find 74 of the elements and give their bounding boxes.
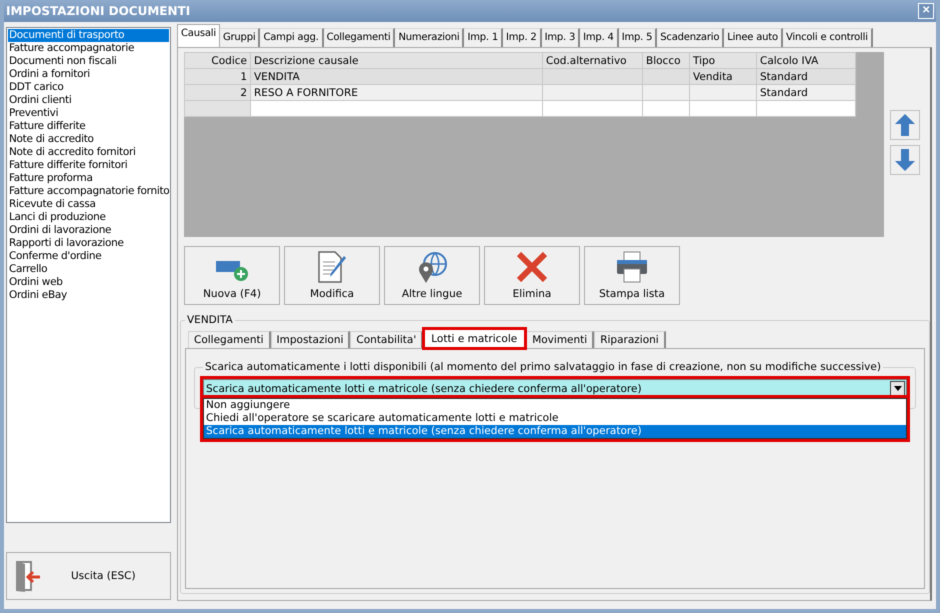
move-up-button[interactable] <box>890 110 920 140</box>
tab[interactable]: Vincoli e controlli <box>782 28 873 47</box>
table-cell: RESO A FORNITORE <box>250 84 542 100</box>
list-item[interactable]: Ordini a fornitori <box>8 68 169 81</box>
table-cell: 1 <box>184 68 250 84</box>
new-action-button[interactable]: Nuova (F4) <box>184 246 280 305</box>
table-row[interactable]: 1 VENDITA Vendita Standard <box>184 68 856 84</box>
sub-tab[interactable]: Collegamenti <box>188 331 271 348</box>
list-item[interactable]: Conferme d'ordine <box>8 250 169 263</box>
sub-tab[interactable]: Lotti e matricole <box>423 328 526 349</box>
column-header: Descrizione causale <box>250 52 542 68</box>
up-arrow-icon <box>894 113 916 137</box>
table-cell: Standard <box>756 68 856 84</box>
tab[interactable]: Causali <box>177 24 220 47</box>
dropdown-option[interactable]: Chiedi all'operatore se scaricare automaticamente lotti e matricole <box>204 412 906 425</box>
list-item[interactable]: Fatture proforma <box>8 172 169 185</box>
tab[interactable]: Scadenzario <box>657 28 724 47</box>
list-item[interactable]: Ordini web <box>8 276 169 289</box>
table-cell: 2 <box>184 84 250 100</box>
list-item[interactable]: Fatture accompagnatorie <box>8 42 169 55</box>
dropdown-option[interactable]: Non aggiungere <box>204 399 906 412</box>
list-item[interactable]: Documenti di trasporto <box>8 29 169 42</box>
list-item[interactable]: Fatture differite fornitori <box>8 159 169 172</box>
list-item[interactable]: Documenti non fiscali <box>8 55 169 68</box>
tab[interactable]: Imp. 3 <box>542 28 580 47</box>
tab[interactable]: Imp. 4 <box>580 28 619 47</box>
list-item[interactable]: Ordini di lavorazione <box>8 224 169 237</box>
sub-tab[interactable]: Movimenti <box>526 331 594 348</box>
list-item[interactable]: Ordini eBay <box>8 289 169 302</box>
list-item[interactable]: Ordini clienti <box>8 94 169 107</box>
list-item[interactable]: Lanci di produzione <box>8 211 169 224</box>
table-cell: VENDITA <box>250 68 542 84</box>
down-arrow-icon <box>894 148 916 172</box>
cross-icon <box>515 250 549 284</box>
tab[interactable]: Numerazioni <box>395 28 464 47</box>
sub-tab[interactable]: Impostazioni <box>270 331 350 348</box>
edit-action-button[interactable]: Modifica <box>284 246 380 305</box>
column-header: Codice <box>184 52 250 68</box>
group-title: Scarica automaticamente i lotti disponibili (al momento del primo salvataggio in fase di creazione, non su modifiche successive) <box>204 361 882 373</box>
column-header: Blocco <box>642 52 690 68</box>
print-action-button[interactable]: Stampa lista <box>584 246 680 305</box>
list-item[interactable]: Carrello <box>8 263 169 276</box>
table-cell: Vendita <box>690 68 756 84</box>
delete-action-button[interactable]: Elimina <box>484 246 580 305</box>
table-cell <box>642 68 690 84</box>
tab[interactable]: Imp. 1 <box>464 28 504 47</box>
move-down-button[interactable] <box>890 145 920 175</box>
tab[interactable]: Imp. 5 <box>618 28 658 47</box>
printer-icon <box>615 250 649 284</box>
list-item[interactable]: Note di accredito <box>8 133 169 146</box>
exit-door-icon <box>13 558 43 594</box>
tab[interactable]: Gruppi <box>220 28 260 47</box>
list-item[interactable]: Rapporti di lavorazione <box>8 237 169 250</box>
exit-button[interactable]: Uscita (ESC) <box>6 552 171 600</box>
group-title: VENDITA <box>185 314 235 326</box>
list-item[interactable]: Fatture differite <box>8 120 169 133</box>
dropdown-option[interactable]: Scarica automaticamente lotti e matricole (senza chiedere conferma all'operatore) <box>204 425 906 438</box>
table-cell: Standard <box>756 84 856 100</box>
tab[interactable]: Campi agg. <box>260 28 324 47</box>
list-item[interactable]: Ricevute di cassa <box>8 198 169 211</box>
column-header: Calcolo IVA <box>756 52 856 68</box>
column-header: Tipo <box>690 52 756 68</box>
window-title: IMPOSTAZIONI DOCUMENTI <box>5 4 190 18</box>
list-item[interactable]: Note di accredito fornitori <box>8 146 169 159</box>
tab[interactable]: Imp. 2 <box>503 28 542 47</box>
list-item[interactable]: DDT carico <box>8 81 169 94</box>
list-item[interactable]: Preventivi <box>8 107 169 120</box>
table-row[interactable]: 2 RESO A FORNITORE Standard <box>184 84 856 100</box>
column-header: Cod.alternativo <box>542 52 642 68</box>
globe-action-button[interactable]: Altre lingue <box>384 246 480 305</box>
sub-tab[interactable]: Riparazioni <box>594 331 666 348</box>
tab[interactable]: Linee auto <box>724 28 783 47</box>
list-item[interactable]: Fatture accompagnatorie fornito <box>8 185 169 198</box>
tab[interactable]: Collegamenti <box>324 28 396 47</box>
